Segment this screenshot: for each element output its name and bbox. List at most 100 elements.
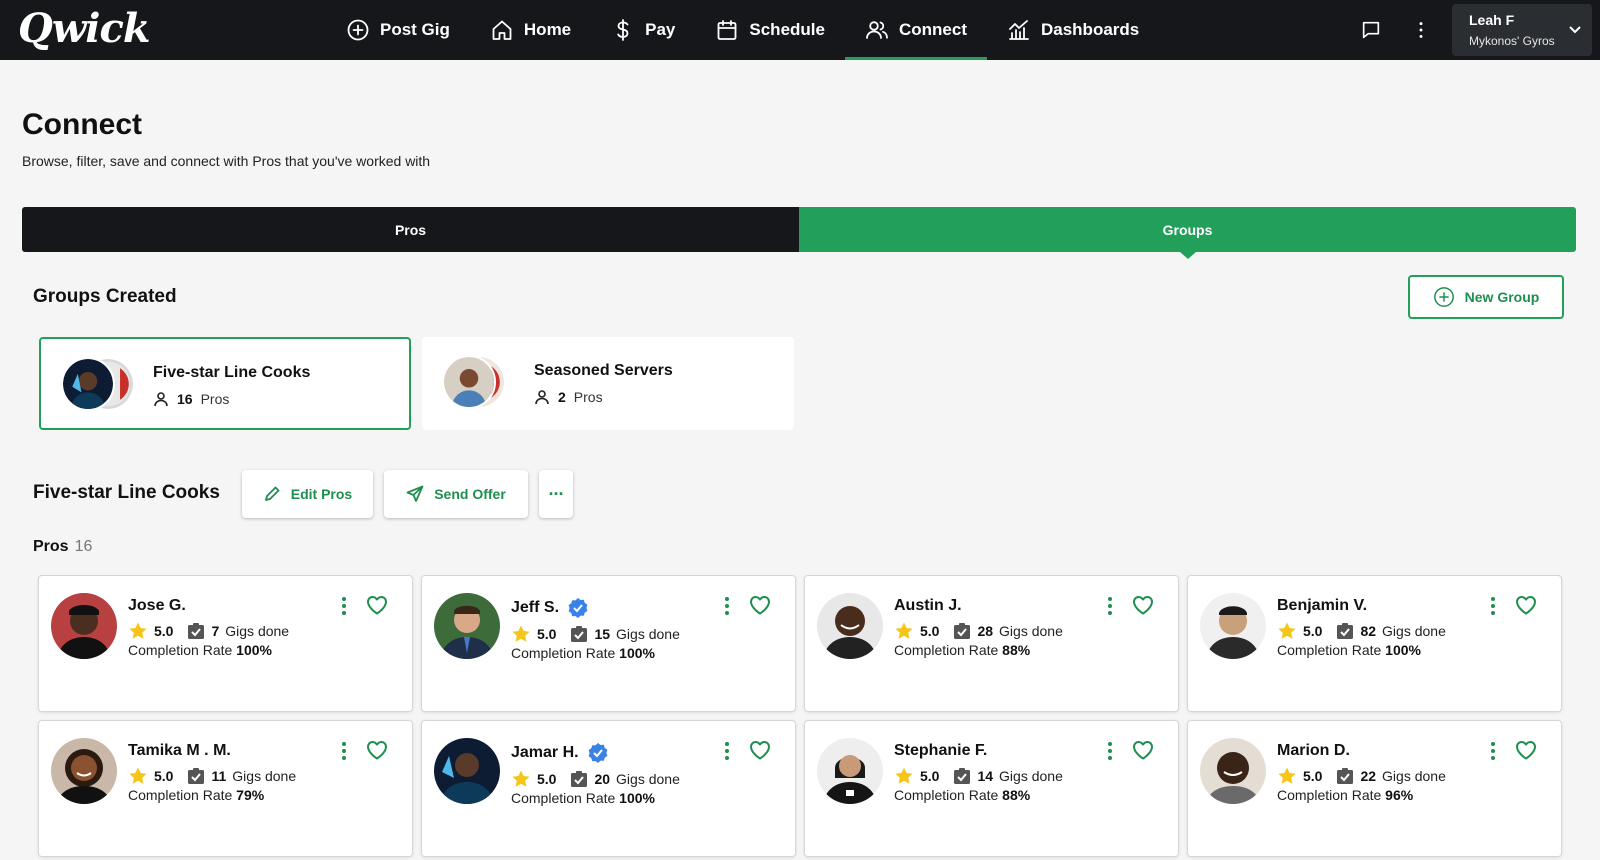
pro-gigs-count: 22 <box>1360 768 1377 784</box>
check-square-icon <box>954 768 971 784</box>
star-icon <box>512 625 530 642</box>
nav-schedule[interactable]: Schedule <box>695 0 845 60</box>
pro-completion-rate: Completion Rate 100% <box>128 642 272 658</box>
pro-name-text: Jose G. <box>128 597 186 614</box>
avatar <box>1200 738 1266 804</box>
completion-rate-value: 79% <box>236 787 265 803</box>
nav-pay[interactable]: Pay <box>591 0 695 60</box>
dollar-icon <box>617 19 629 41</box>
pro-card[interactable]: Jamar H. 5.0 20 Gigs done Completion Rat… <box>422 721 795 856</box>
avatar <box>61 357 115 411</box>
pro-card[interactable]: Tamika M . M. 5.0 11 Gigs done Completio… <box>39 721 412 856</box>
pro-gigs-label: Gigs done <box>999 768 1063 784</box>
more-vertical-icon[interactable] <box>1101 594 1119 618</box>
user-icon <box>154 392 168 407</box>
more-vertical-icon[interactable] <box>718 594 736 618</box>
heart-icon[interactable] <box>365 593 389 617</box>
user-icon <box>535 390 549 405</box>
send-offer-button[interactable]: Send Offer <box>384 470 528 518</box>
pro-gigs-label: Gigs done <box>616 771 680 787</box>
user-menu[interactable]: Leah F Mykonos' Gyros <box>1452 4 1592 56</box>
group-card-five-star-line-cooks[interactable]: Five-star Line Cooks 16 Pros <box>39 337 411 430</box>
pro-gigs-label: Gigs done <box>1382 623 1446 639</box>
pro-rating: 5.0 <box>154 623 174 639</box>
pro-stats: 5.0 20 Gigs done <box>511 769 680 789</box>
pro-completion-rate: Completion Rate 88% <box>894 642 1030 658</box>
pro-card[interactable]: Jose G. 5.0 7 Gigs done Completion Rate … <box>39 576 412 711</box>
heart-icon[interactable] <box>748 593 772 617</box>
nav-connect[interactable]: Connect <box>844 0 987 60</box>
more-vertical-icon[interactable] <box>718 739 736 763</box>
more-vertical-icon[interactable] <box>1484 594 1502 618</box>
nav-home[interactable]: Home <box>470 0 591 60</box>
calendar-icon <box>717 20 737 40</box>
completion-rate-label: Completion Rate <box>894 787 999 803</box>
more-vertical-icon[interactable] <box>1407 16 1435 44</box>
pro-stats: 5.0 11 Gigs done <box>128 766 296 786</box>
star-icon <box>512 770 530 787</box>
pro-name: Austin J. <box>894 597 962 615</box>
completion-rate-label: Completion Rate <box>511 790 616 806</box>
pro-rating: 5.0 <box>154 768 174 784</box>
avatar <box>51 593 117 659</box>
group-name: Seasoned Servers <box>534 362 673 379</box>
main-nav: Post Gig Home Pay Schedule Connect Dashb… <box>326 0 1159 60</box>
pro-gigs-count: 15 <box>594 626 611 642</box>
check-square-icon <box>1337 623 1354 639</box>
heart-icon[interactable] <box>365 738 389 762</box>
pro-card[interactable]: Jeff S. 5.0 15 Gigs done Completion Rate… <box>422 576 795 711</box>
pro-rating: 5.0 <box>1303 623 1323 639</box>
pro-card[interactable]: Marion D. 5.0 22 Gigs done Completion Ra… <box>1188 721 1561 856</box>
page-title: Connect <box>22 108 142 141</box>
heart-icon[interactable] <box>1514 738 1538 762</box>
pro-card[interactable]: Austin J. 5.0 28 Gigs done Completion Ra… <box>805 576 1178 711</box>
star-icon <box>1278 767 1296 784</box>
group-count-number: 2 <box>558 389 566 405</box>
more-vertical-icon[interactable] <box>335 739 353 763</box>
qwick-logo[interactable]: Qwick <box>18 2 151 56</box>
heart-icon[interactable] <box>1131 738 1155 762</box>
pro-gigs-count: 11 <box>211 768 227 784</box>
chevron-down-icon <box>1568 22 1582 36</box>
pro-stats: 5.0 15 Gigs done <box>511 624 680 644</box>
pro-name: Jamar H. <box>511 742 609 764</box>
pro-name-text: Jeff S. <box>511 599 560 616</box>
heart-icon[interactable] <box>748 738 772 762</box>
pro-name: Benjamin V. <box>1277 597 1367 615</box>
nav-post-gig[interactable]: Post Gig <box>326 0 470 60</box>
more-vertical-icon[interactable] <box>335 594 353 618</box>
nav-label: Post Gig <box>380 20 450 39</box>
group-count-label: Pros <box>200 391 230 407</box>
pro-rating: 5.0 <box>920 623 940 639</box>
pro-name-text: Austin J. <box>894 597 962 614</box>
heart-icon[interactable] <box>1514 593 1538 617</box>
more-vertical-icon[interactable] <box>1101 739 1119 763</box>
group-count: 2 Pros <box>534 389 603 405</box>
messages-icon[interactable] <box>1357 16 1385 44</box>
completion-rate-value: 88% <box>1002 787 1031 803</box>
group-card-seasoned-servers[interactable]: Seasoned Servers 2 Pros <box>422 337 794 430</box>
pro-completion-rate: Completion Rate 79% <box>128 787 264 803</box>
pro-name: Jeff S. <box>511 597 589 619</box>
check-square-icon <box>571 626 588 642</box>
star-icon <box>1278 622 1296 639</box>
nav-dashboards[interactable]: Dashboards <box>987 0 1159 60</box>
more-vertical-icon[interactable] <box>1484 739 1502 763</box>
heart-icon[interactable] <box>1131 593 1155 617</box>
pro-card[interactable]: Benjamin V. 5.0 82 Gigs done Completion … <box>1188 576 1561 711</box>
pro-gigs-label: Gigs done <box>999 623 1063 639</box>
pro-completion-rate: Completion Rate 88% <box>894 787 1030 803</box>
new-group-button[interactable]: New Group <box>1408 275 1564 319</box>
avatar <box>434 738 500 804</box>
tab-groups[interactable]: Groups <box>799 207 1576 259</box>
tab-pros[interactable]: Pros <box>22 207 799 252</box>
star-icon <box>895 767 913 784</box>
edit-pros-label: Edit Pros <box>290 486 353 502</box>
more-options-button[interactable]: ··· <box>539 470 573 518</box>
pro-card[interactable]: Stephanie F. 5.0 14 Gigs done Completion… <box>805 721 1178 856</box>
group-name: Five-star Line Cooks <box>153 364 311 381</box>
edit-pros-button[interactable]: Edit Pros <box>242 470 373 518</box>
pro-rating: 5.0 <box>920 768 940 784</box>
pro-stats: 5.0 82 Gigs done <box>1277 621 1446 641</box>
completion-rate-value: 100% <box>619 790 655 806</box>
